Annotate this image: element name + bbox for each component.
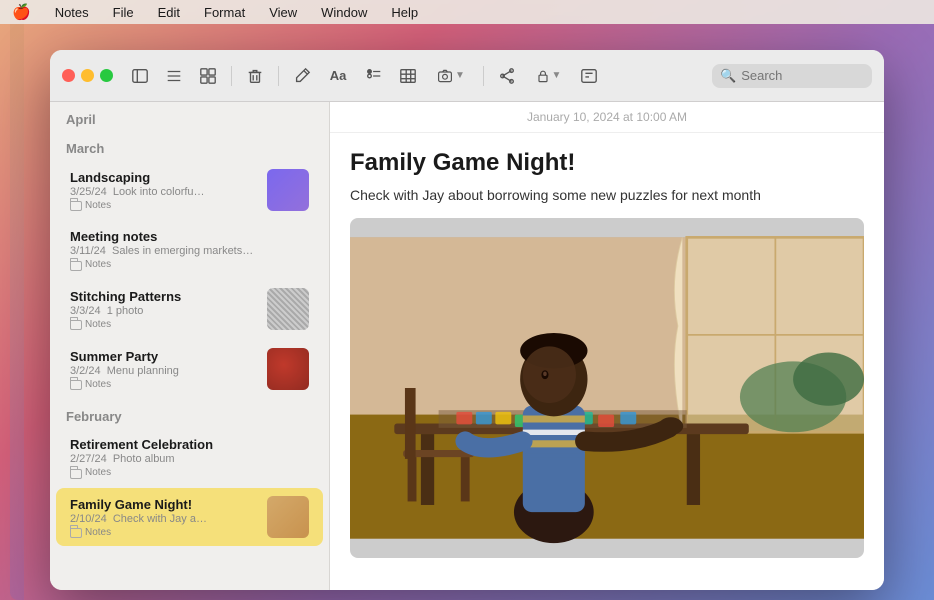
note-title: Meeting notes xyxy=(70,229,309,244)
sidebar: April March Landscaping 3/25/24 Look int… xyxy=(50,102,330,590)
toolbar: Aa ▼ ▼ 🔍 xyxy=(50,50,884,102)
note-item-family-game-night[interactable]: Family Game Night! 2/10/24 Check with Ja… xyxy=(56,488,323,546)
note-tag: Notes xyxy=(70,319,257,330)
section-february: February xyxy=(50,399,329,428)
separator-2 xyxy=(278,66,279,86)
note-meta: 2/27/24 Photo album xyxy=(70,453,309,465)
note-thumbnail xyxy=(267,496,309,538)
section-march: March xyxy=(50,131,329,160)
note-item-retirement[interactable]: Retirement Celebration 2/27/24 Photo alb… xyxy=(56,429,323,486)
folder-icon xyxy=(70,380,82,390)
folder-icon xyxy=(70,320,82,330)
note-tag: Notes xyxy=(70,200,257,211)
menu-edit[interactable]: Edit xyxy=(154,3,184,22)
note-tag: Notes xyxy=(70,379,257,390)
note-item-meeting[interactable]: Meeting notes 3/11/24 Sales in emerging … xyxy=(56,221,323,278)
lock-button[interactable]: ▼ xyxy=(526,61,570,91)
note-actions-button[interactable] xyxy=(574,61,604,91)
search-box: 🔍 xyxy=(712,64,872,88)
note-editor: January 10, 2024 at 10:00 AM Family Game… xyxy=(330,102,884,590)
checklist-button[interactable] xyxy=(359,61,389,91)
note-title: Landscaping xyxy=(70,170,257,185)
menu-format[interactable]: Format xyxy=(200,3,249,22)
note-meta: 3/11/24 Sales in emerging markets… xyxy=(70,245,309,257)
editor-title: Family Game Night! xyxy=(350,149,864,177)
section-april: April xyxy=(50,102,329,131)
menu-help[interactable]: Help xyxy=(387,3,422,22)
maximize-button[interactable] xyxy=(100,69,113,82)
app-window: Aa ▼ ▼ 🔍 xyxy=(50,50,884,590)
folder-icon xyxy=(70,261,82,271)
search-input[interactable] xyxy=(741,68,861,83)
search-icon: 🔍 xyxy=(720,68,736,84)
editor-date: January 10, 2024 at 10:00 AM xyxy=(330,102,884,133)
folder-icon xyxy=(70,201,82,211)
note-tag: Notes xyxy=(70,467,309,478)
list-view-button[interactable] xyxy=(159,61,189,91)
new-note-button[interactable] xyxy=(287,61,317,91)
menu-bar: 🍎 Notes File Edit Format View Window Hel… xyxy=(0,0,934,24)
menu-window[interactable]: Window xyxy=(317,3,371,22)
text-format-button[interactable]: Aa xyxy=(321,61,355,91)
separator-3 xyxy=(483,66,484,86)
delete-button[interactable] xyxy=(240,61,270,91)
folder-icon xyxy=(70,469,82,479)
editor-image xyxy=(350,218,864,558)
note-title: Stitching Patterns xyxy=(70,289,257,304)
note-meta: 3/25/24 Look into colorfu… xyxy=(70,186,257,198)
folder-icon xyxy=(70,528,82,538)
traffic-lights xyxy=(62,69,113,82)
note-meta: 3/2/24 Menu planning xyxy=(70,365,257,377)
table-button[interactable] xyxy=(393,61,423,91)
note-tag: Notes xyxy=(70,259,309,270)
editor-content[interactable]: Family Game Night! Check with Jay about … xyxy=(330,133,884,590)
photo-button[interactable]: ▼ xyxy=(427,61,475,91)
menu-file[interactable]: File xyxy=(109,3,138,22)
menu-notes[interactable]: Notes xyxy=(51,3,93,22)
note-thumbnail xyxy=(267,288,309,330)
close-button[interactable] xyxy=(62,69,75,82)
note-item-summer[interactable]: Summer Party 3/2/24 Menu planning Notes xyxy=(56,340,323,398)
share-button[interactable] xyxy=(492,61,522,91)
note-thumbnail xyxy=(267,169,309,211)
sidebar-toggle-button[interactable] xyxy=(125,61,155,91)
minimize-button[interactable] xyxy=(81,69,94,82)
note-thumbnail xyxy=(267,348,309,390)
note-title: Retirement Celebration xyxy=(70,437,309,452)
note-item-landscaping[interactable]: Landscaping 3/25/24 Look into colorfu… N… xyxy=(56,161,323,219)
gallery-view-button[interactable] xyxy=(193,61,223,91)
editor-body: Check with Jay about borrowing some new … xyxy=(350,185,864,206)
note-meta: 2/10/24 Check with Jay a… xyxy=(70,513,257,525)
window-left-accent xyxy=(10,0,24,600)
note-meta: 3/3/24 1 photo xyxy=(70,305,257,317)
separator-1 xyxy=(231,66,232,86)
note-title: Summer Party xyxy=(70,349,257,364)
menu-view[interactable]: View xyxy=(265,3,301,22)
apple-menu[interactable]: 🍎 xyxy=(8,1,35,23)
note-item-stitching[interactable]: Stitching Patterns 3/3/24 1 photo Notes xyxy=(56,280,323,338)
note-tag: Notes xyxy=(70,527,257,538)
main-content: April March Landscaping 3/25/24 Look int… xyxy=(50,102,884,590)
note-title: Family Game Night! xyxy=(70,497,257,512)
